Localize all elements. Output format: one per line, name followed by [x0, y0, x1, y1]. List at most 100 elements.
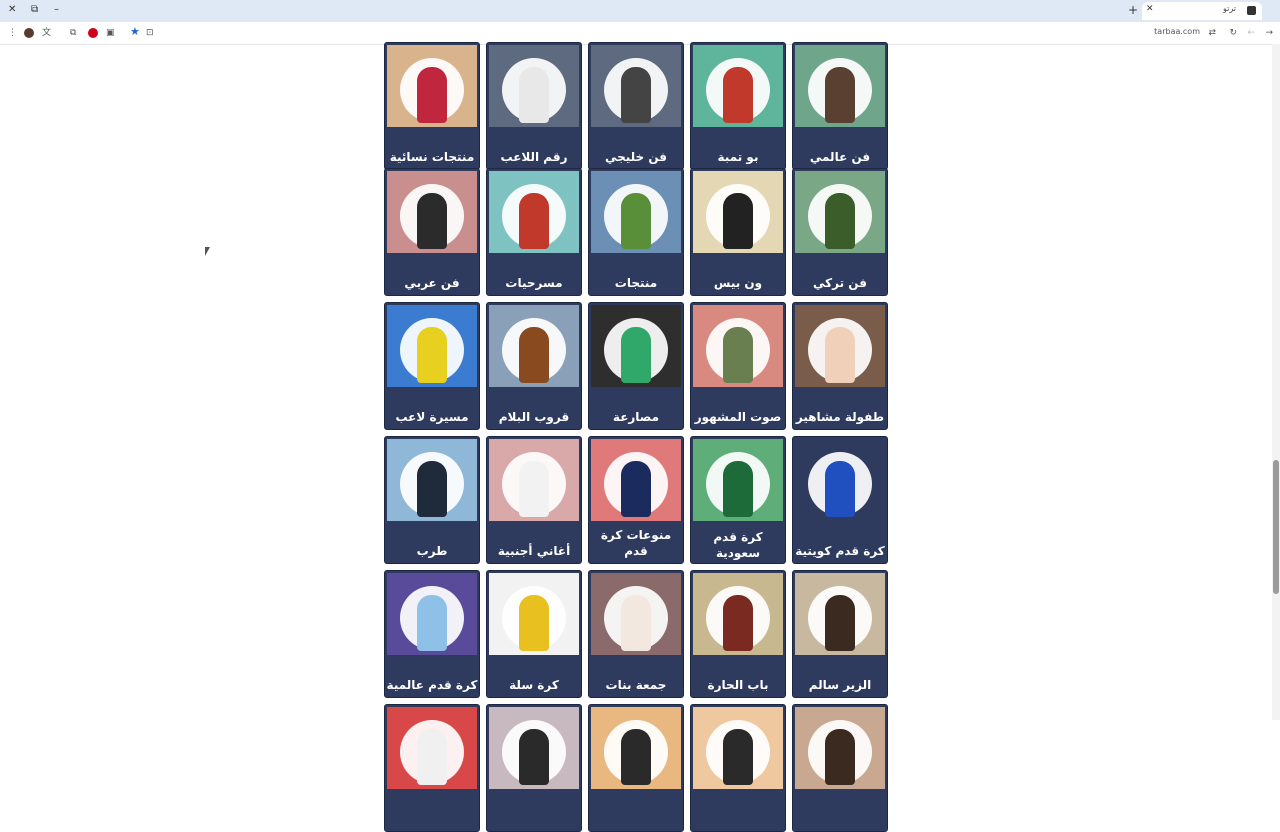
category-card[interactable] [384, 704, 480, 832]
category-card[interactable]: كرة قدم كويتية [792, 436, 888, 564]
opera-icon[interactable] [88, 28, 98, 38]
category-illustration [417, 729, 447, 785]
close-window-icon[interactable]: ✕ [8, 3, 16, 17]
category-illustration [723, 193, 753, 249]
category-illustration [519, 67, 549, 123]
category-illustration [621, 327, 651, 383]
category-card[interactable]: منوعات كرة قدم [588, 436, 684, 564]
category-illustration [519, 193, 549, 249]
category-illustration [621, 595, 651, 651]
category-illustration [417, 193, 447, 249]
category-label: كرة قدم عالمية [386, 678, 478, 692]
category-card[interactable]: كرة قدم عالمية [384, 570, 480, 698]
category-label: ون بيس [713, 276, 763, 290]
category-illustration [519, 595, 549, 651]
category-illustration [825, 729, 855, 785]
category-card[interactable]: مسيرة لاعب [384, 302, 480, 430]
category-label: صوت المشهور [694, 410, 782, 424]
browser-tab[interactable]: ✕ ترتو [1142, 2, 1262, 20]
category-label: فن عربي [404, 276, 460, 290]
category-card[interactable]: فن خليجي [588, 42, 684, 170]
category-label: كرة سلة [509, 678, 559, 692]
profile-avatar[interactable] [24, 28, 34, 38]
category-card[interactable]: رقم اللاعب [486, 42, 582, 170]
restore-window-icon[interactable]: ⧉ [31, 3, 38, 17]
category-card[interactable]: باب الحارة [690, 570, 786, 698]
category-illustration [417, 461, 447, 517]
category-card[interactable]: فن عربي [384, 168, 480, 296]
category-illustration [825, 595, 855, 651]
category-image [591, 305, 681, 387]
category-illustration [723, 595, 753, 651]
category-illustration [723, 729, 753, 785]
minimize-window-icon[interactable]: – [54, 3, 59, 17]
category-card[interactable]: مصارعة [588, 302, 684, 430]
translate-icon[interactable]: 文 [42, 27, 51, 39]
reload-icon[interactable]: ↻ [1229, 27, 1237, 39]
extensions-icon[interactable]: ⧉ [70, 27, 76, 39]
category-card[interactable]: طرب [384, 436, 480, 564]
category-image [489, 45, 579, 127]
category-label: مسيرة لاعب [395, 410, 469, 424]
category-card[interactable] [690, 704, 786, 832]
scrollbar-thumb[interactable] [1273, 460, 1279, 594]
category-illustration [519, 729, 549, 785]
category-image [795, 305, 885, 387]
share-icon[interactable]: ▣ [106, 27, 115, 39]
category-image [387, 171, 477, 253]
category-illustration [723, 67, 753, 123]
category-illustration [825, 327, 855, 383]
mouse-cursor-icon [205, 247, 210, 256]
category-image [489, 439, 579, 521]
address-domain[interactable]: tarbaa.com [1154, 27, 1200, 36]
category-card[interactable]: قروب البلام [486, 302, 582, 430]
category-image [387, 573, 477, 655]
category-image [591, 45, 681, 127]
category-card[interactable]: فن تركي [792, 168, 888, 296]
scrollbar-track[interactable] [1272, 44, 1280, 720]
menu-dots-icon[interactable]: ⋮ [8, 27, 17, 39]
category-image [693, 45, 783, 127]
category-card[interactable] [588, 704, 684, 832]
site-settings-icon[interactable]: ⇄ [1208, 27, 1216, 39]
category-card[interactable]: طفولة مشاهير [792, 302, 888, 430]
back-icon[interactable]: → [1265, 27, 1273, 39]
category-illustration [825, 67, 855, 123]
category-card[interactable]: صوت المشهور [690, 302, 786, 430]
close-tab-icon[interactable]: ✕ [1146, 4, 1154, 14]
category-image [693, 573, 783, 655]
category-label: طرب [416, 544, 448, 558]
install-app-icon[interactable]: ⊡ [146, 27, 154, 39]
category-card[interactable]: بو تمبة [690, 42, 786, 170]
browser-tab-strip: ✕ ⧉ – + ✕ ترتو [0, 0, 1280, 22]
forward-icon[interactable]: ← [1247, 27, 1255, 39]
category-card[interactable]: الزير سالم [792, 570, 888, 698]
category-card[interactable] [792, 704, 888, 832]
category-illustration [825, 461, 855, 517]
category-image [387, 439, 477, 521]
category-card[interactable]: منتجات نسائية [384, 42, 480, 170]
category-label: طفولة مشاهير [795, 410, 885, 424]
category-image [795, 171, 885, 253]
category-image [387, 45, 477, 127]
category-card[interactable]: كرة قدم سعودية [690, 436, 786, 564]
category-label: فن خليجي [604, 150, 668, 164]
category-card[interactable]: ون بيس [690, 168, 786, 296]
category-image [693, 305, 783, 387]
category-label: أغاني أجنبية [497, 544, 571, 558]
category-card[interactable]: مسرحيات [486, 168, 582, 296]
bookmark-star-icon[interactable]: ★ [130, 26, 140, 38]
category-image [795, 45, 885, 127]
category-illustration [621, 461, 651, 517]
category-image [387, 305, 477, 387]
category-card[interactable]: فن عالمي [792, 42, 888, 170]
category-card[interactable]: أغاني أجنبية [486, 436, 582, 564]
new-tab-button[interactable]: + [1128, 3, 1138, 17]
category-card[interactable]: جمعة بنات [588, 570, 684, 698]
category-illustration [519, 327, 549, 383]
category-illustration [621, 729, 651, 785]
category-label: فن تركي [813, 276, 867, 290]
category-card[interactable]: منتجات [588, 168, 684, 296]
category-card[interactable]: كرة سلة [486, 570, 582, 698]
category-card[interactable] [486, 704, 582, 832]
